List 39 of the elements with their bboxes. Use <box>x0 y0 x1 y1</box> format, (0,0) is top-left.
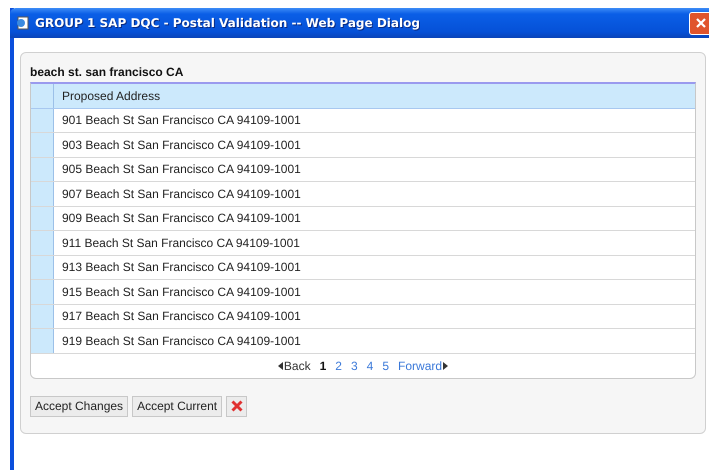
cross-icon <box>230 400 243 412</box>
row-selector[interactable] <box>31 182 54 206</box>
row-selector[interactable] <box>31 108 54 132</box>
query-text: beach st. san francisco CA <box>30 65 184 81</box>
row-selector[interactable] <box>31 280 54 304</box>
page-icon <box>16 16 30 30</box>
close-button[interactable] <box>689 12 709 34</box>
left-triangle-icon <box>278 362 283 370</box>
row-selector[interactable] <box>31 329 54 352</box>
row-selector[interactable] <box>31 256 54 279</box>
back-link[interactable]: Back <box>278 358 311 372</box>
right-triangle-icon <box>443 362 448 370</box>
row-selector[interactable] <box>31 304 54 328</box>
address-cell[interactable]: 909 Beach St San Francisco CA 94109-1001 <box>54 206 301 230</box>
row-selector[interactable] <box>31 206 54 230</box>
row-selector[interactable] <box>31 158 54 181</box>
page-link[interactable]: 2 <box>335 358 342 372</box>
address-cell[interactable]: 905 Beach St San Francisco CA 94109-1001 <box>54 158 301 181</box>
close-icon <box>694 17 706 29</box>
accept-button[interactable]: Accept Current <box>132 396 222 416</box>
address-cell[interactable]: 917 Beach St San Francisco CA 94109-1001 <box>54 304 301 328</box>
cancel-button[interactable] <box>226 396 248 416</box>
address-cell[interactable]: 907 Beach St San Francisco CA 94109-1001 <box>54 182 301 206</box>
column-header: Proposed Address <box>61 88 160 105</box>
address-cell[interactable]: 901 Beach St San Francisco CA 94109-1001 <box>54 108 301 132</box>
accept-button[interactable]: Accept Changes <box>30 396 128 416</box>
page-link[interactable]: 5 <box>382 358 390 372</box>
row-selector[interactable] <box>31 231 54 254</box>
page-link[interactable]: 4 <box>366 358 374 372</box>
address-cell[interactable]: 911 Beach St San Francisco CA 94109-1001 <box>54 231 300 254</box>
forward-link[interactable]: Forward <box>398 358 448 372</box>
address-cell[interactable]: 903 Beach St San Francisco CA 94109-1001 <box>54 133 301 156</box>
address-cell[interactable]: 919 Beach St San Francisco CA 94109-1001 <box>54 329 301 352</box>
row-selector[interactable] <box>31 133 54 156</box>
window-title: GROUP 1 SAP DQC - Postal Validation -- Web Page Dialog <box>35 16 421 30</box>
page-link[interactable]: 1 <box>320 358 326 372</box>
page-link[interactable]: 3 <box>350 358 358 372</box>
address-cell[interactable]: 913 Beach St San Francisco CA 94109-1001 <box>54 256 301 279</box>
address-cell[interactable]: 915 Beach St San Francisco CA 94109-1001 <box>54 280 301 304</box>
